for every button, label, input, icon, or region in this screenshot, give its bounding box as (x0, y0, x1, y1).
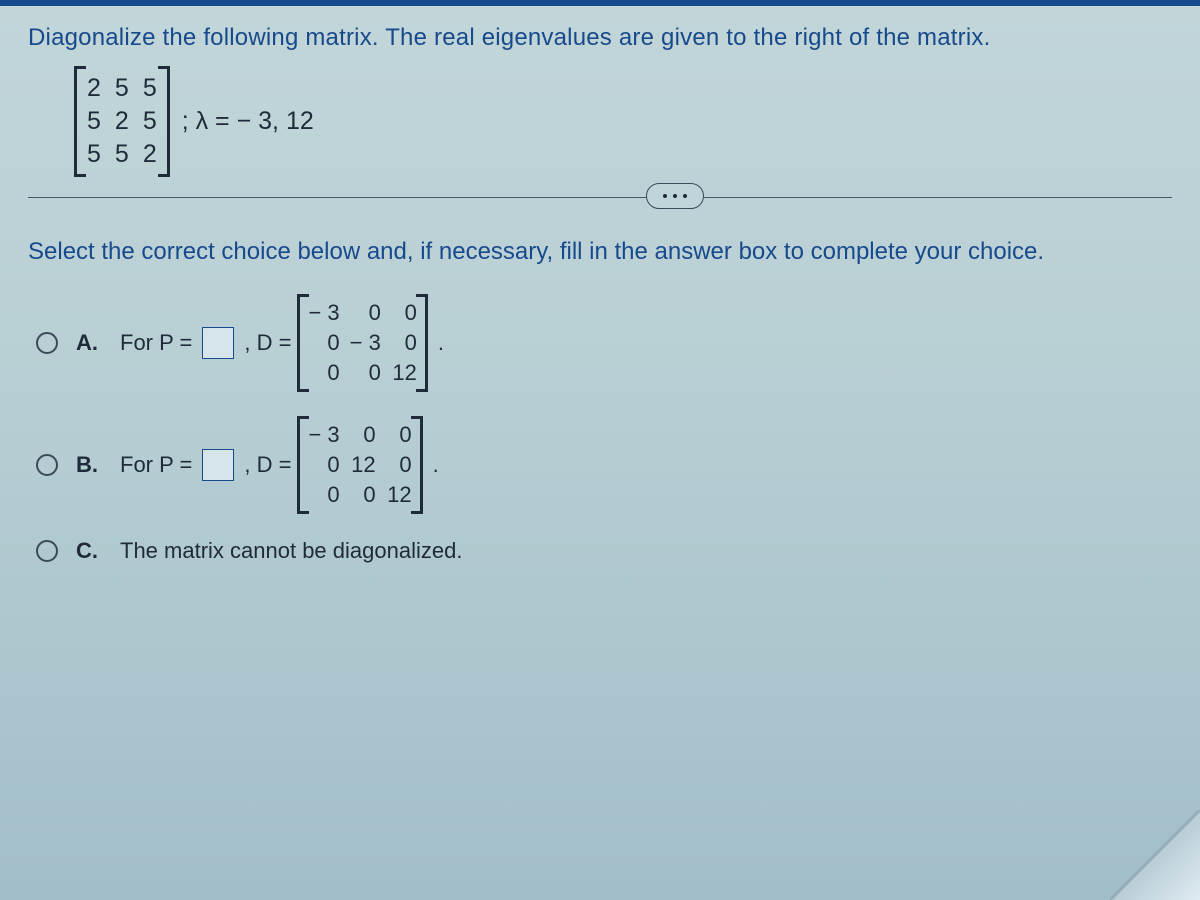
matrix-cell: 0 (391, 300, 417, 326)
option-b-radio[interactable] (36, 454, 58, 476)
matrix-cell: 0 (308, 360, 339, 386)
option-b-label: B. (76, 452, 102, 478)
matrix-cell: 0 (350, 360, 381, 386)
for-p-equals: For P = (120, 330, 192, 356)
matrix-cell: 0 (308, 330, 339, 356)
matrix-cell: 5 (115, 74, 129, 103)
page-curl-decoration (1110, 810, 1200, 900)
option-c-row: C. The matrix cannot be diagonalized. (36, 538, 1172, 564)
option-a-d-matrix-brackets: − 3 0 0 0 − 3 0 0 0 12 (297, 294, 427, 392)
matrix-cell: 0 (308, 482, 339, 508)
d-equals: , D = (244, 330, 291, 356)
matrix-cell: 0 (308, 452, 339, 478)
option-b-d-matrix: − 3 0 0 0 12 0 0 0 12 (306, 418, 413, 512)
matrix-cell: 5 (115, 140, 129, 169)
matrix-cell: 0 (350, 482, 376, 508)
matrix-cell: 0 (386, 452, 412, 478)
matrix-cell: 12 (350, 452, 376, 478)
option-b-period: . (433, 452, 439, 478)
matrix-cell: 0 (391, 330, 417, 356)
d-equals: , D = (244, 452, 291, 478)
matrix-cell: 2 (87, 74, 101, 103)
matrix-cell: 0 (386, 422, 412, 448)
matrix-cell: 12 (386, 482, 412, 508)
option-a-body: For P = , D = − 3 0 0 0 − 3 0 0 0 12 . (120, 294, 444, 392)
option-c-text: The matrix cannot be diagonalized. (120, 538, 462, 564)
matrix-cell: − 3 (308, 300, 339, 326)
eigenvalue-text: ; λ = − 3, 12 (182, 107, 314, 136)
option-a-radio[interactable] (36, 332, 58, 354)
instruction-text: Select the correct choice below and, if … (28, 238, 1172, 266)
option-a-p-input[interactable] (202, 327, 234, 359)
matrix-cell: 0 (350, 422, 376, 448)
question-prompt: Diagonalize the following matrix. The re… (28, 24, 1172, 52)
given-matrix-block: 2 5 5 5 2 5 5 5 2 ; λ = − 3, 12 (74, 66, 1172, 177)
question-panel: Diagonalize the following matrix. The re… (0, 6, 1200, 564)
matrix-cell: 5 (87, 107, 101, 136)
matrix-cell: 2 (115, 107, 129, 136)
option-b-row: B. For P = , D = − 3 0 0 0 12 0 0 0 12 (36, 416, 1172, 514)
matrix-cell: − 3 (350, 330, 381, 356)
option-b-p-input[interactable] (202, 449, 234, 481)
option-c-label: C. (76, 538, 102, 564)
matrix-cell: 5 (87, 140, 101, 169)
option-a-label: A. (76, 330, 102, 356)
matrix-brackets: 2 5 5 5 2 5 5 5 2 (74, 66, 170, 177)
given-matrix: 2 5 5 5 2 5 5 5 2 (83, 68, 161, 175)
matrix-cell: 5 (143, 107, 157, 136)
matrix-cell: 12 (391, 360, 417, 386)
option-a-d-matrix: − 3 0 0 0 − 3 0 0 0 12 (306, 296, 418, 390)
more-options-button[interactable] (646, 183, 704, 209)
matrix-cell: 0 (350, 300, 381, 326)
matrix-cell: 5 (143, 74, 157, 103)
option-b-d-matrix-brackets: − 3 0 0 0 12 0 0 0 12 (297, 416, 422, 514)
section-separator (28, 197, 1172, 198)
matrix-cell: 2 (143, 140, 157, 169)
option-a-row: A. For P = , D = − 3 0 0 0 − 3 0 0 0 12 (36, 294, 1172, 392)
option-a-period: . (438, 330, 444, 356)
option-c-radio[interactable] (36, 540, 58, 562)
for-p-equals: For P = (120, 452, 192, 478)
matrix-cell: − 3 (308, 422, 339, 448)
option-b-body: For P = , D = − 3 0 0 0 12 0 0 0 12 . (120, 416, 439, 514)
